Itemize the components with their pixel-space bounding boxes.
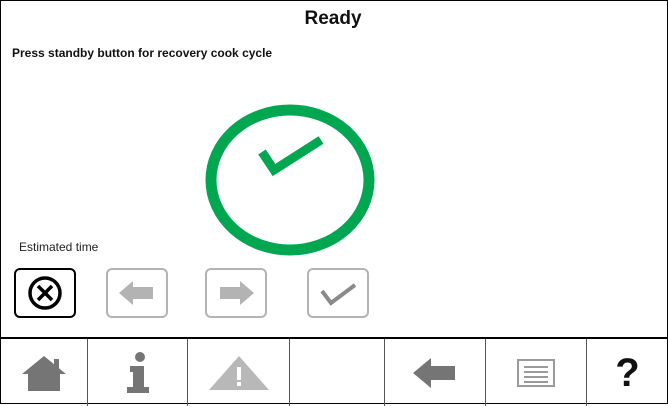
confirm-button[interactable] [307, 268, 369, 318]
menu-button[interactable] [486, 339, 586, 406]
estimated-time-label: Estimated time [19, 240, 99, 254]
warning-triangle-icon [208, 355, 269, 390]
large-green-check-icon [205, 104, 375, 256]
home-button[interactable] [0, 339, 87, 406]
arrow-left-icon [119, 281, 153, 305]
alerts-button[interactable] [188, 339, 289, 406]
info-button[interactable] [88, 339, 187, 406]
question-mark-icon: ? [615, 350, 640, 395]
cancel-button[interactable] [14, 268, 76, 318]
page-title: Ready [304, 8, 362, 29]
cancel-x-icon [28, 276, 62, 310]
info-icon [126, 351, 149, 393]
check-icon [320, 283, 357, 306]
arrow-right-icon [220, 281, 254, 305]
back-button[interactable] [385, 339, 485, 406]
help-button[interactable]: ? [587, 339, 668, 406]
next-button[interactable] [205, 268, 267, 318]
blank-button[interactable] [290, 339, 384, 406]
home-icon [21, 355, 66, 391]
bottom-toolbar: ? [0, 337, 668, 406]
status-message: Press standby button for recovery cook c… [12, 46, 273, 60]
arrow-left-icon [413, 357, 455, 388]
previous-button[interactable] [106, 268, 168, 318]
list-icon [517, 358, 555, 387]
